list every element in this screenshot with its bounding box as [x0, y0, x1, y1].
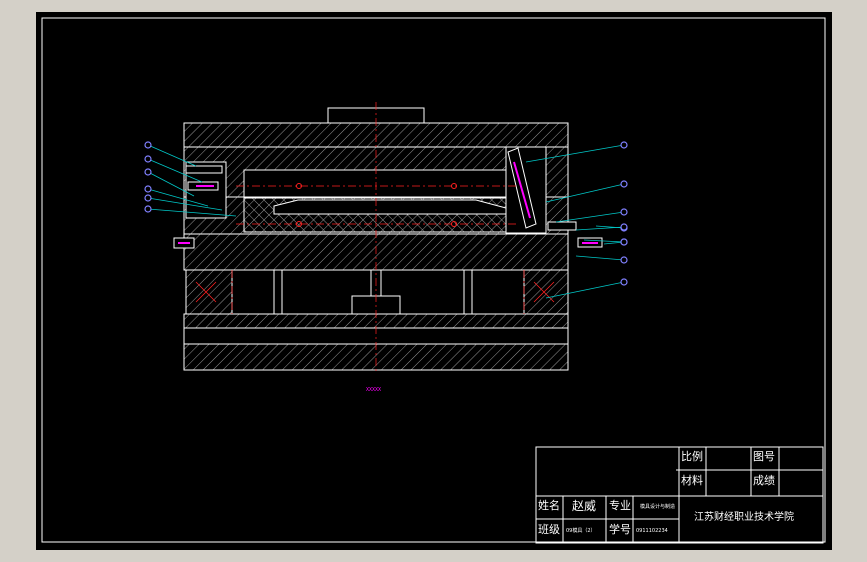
- callout-balloon-left-2: [144, 155, 152, 163]
- callout-balloon-right-9: [620, 223, 628, 231]
- mold-assembly-drawing: [41, 17, 826, 544]
- callout-balloon-right-7: [620, 278, 628, 286]
- major-label: 专业: [609, 499, 631, 512]
- callout-balloon-left-3: [144, 168, 152, 176]
- product-outline: [273, 199, 507, 215]
- student-no-label: 学号: [609, 523, 631, 536]
- drawing-caption: XXXXX: [366, 387, 382, 393]
- cavity-insert: [243, 169, 511, 199]
- leader-line-right-6: [575, 255, 625, 261]
- callout-balloon-left-4: [144, 185, 152, 193]
- leader-line-right-9: [575, 226, 625, 231]
- school-name: 江苏财经职业技术学院: [694, 512, 794, 523]
- name-label: 姓名: [538, 499, 560, 512]
- name-value: 赵威: [572, 499, 597, 513]
- callout-balloon-right-1: [620, 141, 628, 149]
- callout-balloon-left-6: [144, 205, 152, 213]
- cad-viewport[interactable]: XXXXX 比例 图号 材料 成绩 姓名 赵威 专业 模具设计与制造 班级 09…: [36, 12, 832, 550]
- student-no-value: 0911102234: [636, 528, 668, 534]
- drawing-no-label: 图号: [753, 450, 775, 463]
- drawing-frame: [41, 17, 826, 543]
- scale-label: 比例: [681, 450, 703, 463]
- material-label: 材料: [681, 474, 703, 487]
- class-label: 班级: [538, 523, 560, 536]
- callout-balloon-right-8: [620, 238, 628, 246]
- callout-balloon-left-1: [144, 141, 152, 149]
- spacer-block-right: [523, 269, 569, 315]
- callout-balloon-right-6: [620, 256, 628, 264]
- callout-balloon-right-3: [620, 208, 628, 216]
- spacer-block-left: [185, 269, 233, 315]
- grade-label: 成绩: [753, 474, 775, 487]
- callout-balloon-right-2: [620, 180, 628, 188]
- callout-balloon-left-5: [144, 194, 152, 202]
- class-value: 09模具（2）: [566, 528, 596, 534]
- major-value: 模具设计与制造: [640, 504, 676, 510]
